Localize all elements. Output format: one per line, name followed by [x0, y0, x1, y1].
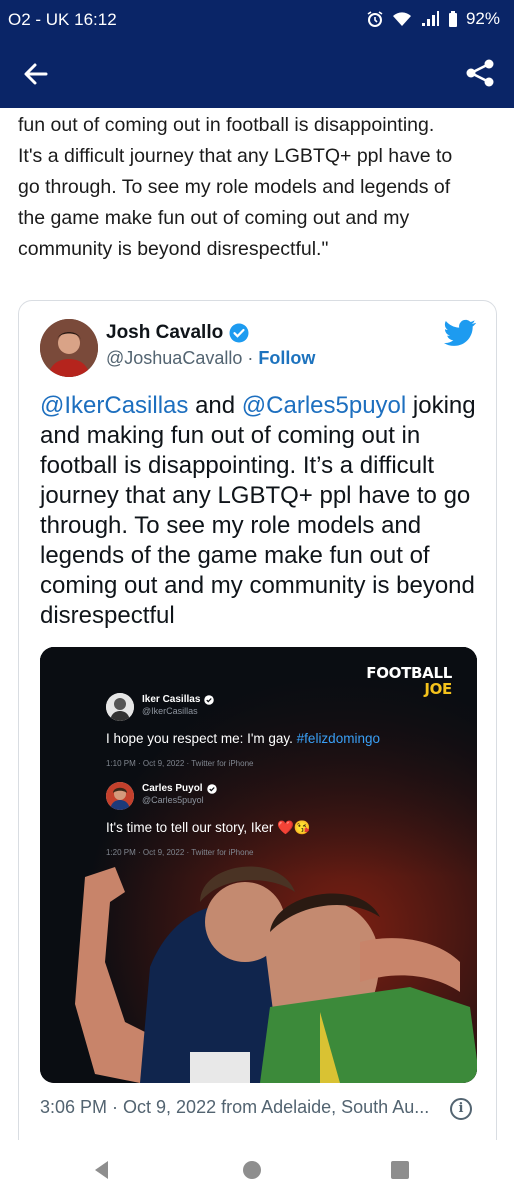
handle-separator: · — [242, 348, 259, 368]
mini-tweet-text: I hope you respect me: I'm gay. #felizdo… — [106, 731, 380, 746]
author-handle-row: @JoshuaCavallo · Follow — [106, 348, 315, 369]
verified-badge-icon — [206, 783, 217, 794]
author-name-text[interactable]: Josh Cavallo — [106, 322, 223, 344]
nav-recents-icon[interactable] — [388, 1158, 412, 1182]
status-bar: O2 - UK 16:12 92% — [0, 0, 514, 40]
mini-author-name: Iker Casillas — [142, 694, 215, 705]
quote-line: fun out of coming out in football is dis… — [18, 114, 435, 136]
tweet-text: @IkerCasillas and @Carles5puyol joking a… — [40, 391, 485, 631]
mini-tweet-meta: 1:20 PM · Oct 9, 2022 · Twitter for iPho… — [106, 848, 254, 857]
quote-line: go through. To see my role models and le… — [18, 176, 451, 198]
mini-author-name-text: Iker Casillas — [142, 694, 201, 705]
avatar — [106, 693, 134, 721]
mini-tweet-text-part: I hope you respect me: I'm gay. — [106, 731, 297, 746]
nav-back-icon[interactable] — [90, 1158, 114, 1182]
battery-percent: 92% — [465, 9, 500, 28]
quote-line: the game make fun out of coming out and … — [18, 207, 410, 229]
author-handle[interactable]: @JoshuaCavallo — [106, 348, 242, 368]
emoji: ❤️😘 — [277, 820, 311, 835]
wifi-icon — [392, 12, 411, 26]
back-arrow-icon[interactable] — [20, 58, 52, 90]
battery-icon — [448, 11, 457, 27]
mini-tweet-text: It's time to tell our story, Iker ❤️😘 — [106, 820, 311, 836]
app-bar — [0, 40, 514, 108]
mini-tweet-meta: 1:10 PM · Oct 9, 2022 · Twitter for iPho… — [106, 759, 254, 768]
quote-line: community is beyond disrespectful." — [18, 238, 329, 260]
mini-author-handle: @IkerCasillas — [142, 706, 198, 716]
article-body: fun out of coming out in football is dis… — [0, 108, 514, 265]
quote-line: It's a difficult journey that any LGBTQ+… — [18, 145, 453, 167]
tweet-text-part: and — [188, 392, 242, 419]
tweet-text-part: joking and making fun out of coming out … — [40, 392, 476, 629]
verified-badge-icon — [204, 694, 215, 705]
status-icons: 92% — [366, 9, 500, 29]
info-icon[interactable]: i — [450, 1098, 472, 1120]
mini-author-handle: @Carles5puyol — [142, 795, 204, 805]
mention-link[interactable]: @IkerCasillas — [40, 392, 188, 419]
tweet-timestamp[interactable]: 3:06 PM · Oct 9, 2022 from Adelaide, Sou… — [40, 1097, 429, 1118]
avatar — [106, 782, 134, 810]
tweet-media-image[interactable]: FOOTBALL JOE Iker Casillas @IkerCasillas… — [40, 647, 477, 1083]
alarm-icon — [367, 11, 383, 27]
mini-author-name: Carles Puyol — [142, 783, 217, 794]
article-quote: fun out of coming out in football is dis… — [18, 110, 496, 265]
photo-background — [40, 647, 477, 1083]
share-icon[interactable] — [464, 57, 496, 89]
mini-tweet-text-part: It's time to tell our story, Iker — [106, 820, 278, 835]
football-joe-logo: FOOTBALL JOE — [366, 665, 452, 697]
follow-link[interactable]: Follow — [258, 348, 315, 368]
mini-author-name-text: Carles Puyol — [142, 783, 203, 794]
author-name[interactable]: Josh Cavallo — [106, 322, 249, 344]
system-nav-bar — [0, 1140, 514, 1200]
mention-link[interactable]: @Carles5puyol — [242, 392, 406, 419]
twitter-bird-icon[interactable] — [444, 319, 476, 347]
carrier-time: O2 - UK 16:12 — [8, 10, 117, 29]
nav-home-icon[interactable] — [240, 1158, 264, 1182]
brand-line-2: JOE — [424, 680, 452, 698]
avatar[interactable] — [40, 319, 98, 377]
embedded-tweet[interactable]: Josh Cavallo @JoshuaCavallo · Follow @Ik… — [18, 300, 497, 1160]
signal-icon — [421, 11, 439, 26]
hashtag: #felizdomingo — [296, 731, 380, 746]
verified-badge-icon — [229, 323, 249, 343]
